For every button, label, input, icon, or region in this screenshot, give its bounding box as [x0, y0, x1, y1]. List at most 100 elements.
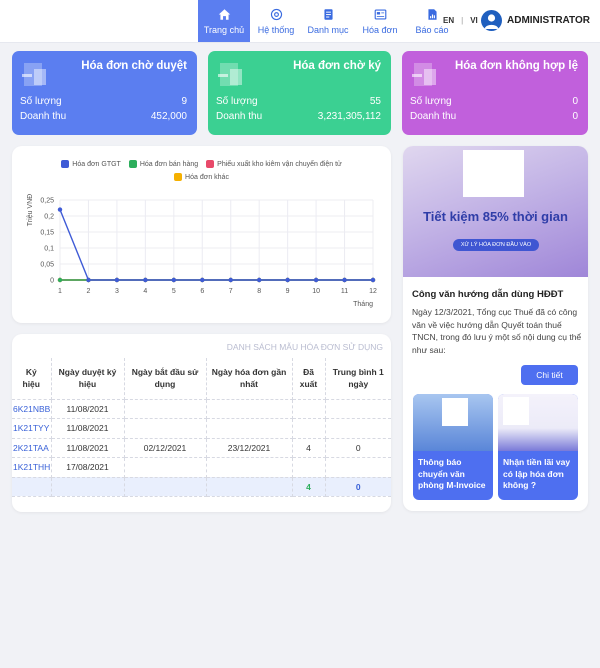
- cell-last-invoice-date: [206, 418, 293, 439]
- y-tick-label: 0,15: [40, 230, 54, 237]
- total-cell-empty: [12, 477, 52, 497]
- nav-invoice-label: Hóa đơn: [362, 24, 398, 35]
- cell-symbol[interactable]: 1K21THH: [12, 457, 52, 478]
- cell-approve-date: 11/08/2021: [51, 399, 125, 419]
- stat-card-pending-approval[interactable]: Hóa đơn chờ duyệt Số lượng 9 Doanh thu 452…: [12, 51, 197, 135]
- total-cell-empty: [51, 477, 125, 497]
- promo-banner[interactable]: Tiết kiệm 85% thời gian XỬ LÝ HÓA ĐƠN ĐẦ…: [403, 146, 588, 277]
- news-title: Công văn hướng dẫn dùng HĐĐT: [412, 289, 564, 300]
- table-header-row: Ký hiệu Ngày duyệt ký hiệu Ngày bắt đầu …: [12, 358, 391, 400]
- data-point: [171, 277, 177, 283]
- cell-start-date: [124, 399, 207, 419]
- total-daily-average: 0: [325, 477, 391, 497]
- col-header-symbol[interactable]: Ký hiệu: [12, 358, 52, 400]
- x-tick-label: 10: [312, 288, 320, 295]
- news-card-image-placeholder: [442, 398, 468, 426]
- news-card[interactable]: Thông báo chuyển văn phòng M-Invoice: [413, 394, 493, 500]
- table-row[interactable]: 6K21NBB 11/08/2021: [12, 399, 391, 419]
- x-tick-label: 9: [286, 288, 290, 295]
- table-title: DANH SÁCH MẪU HÓA ĐƠN SỬ DỤNG: [226, 342, 383, 352]
- stat-card-pending-sign[interactable]: Hóa đơn chờ ký Số lượng 55 Doanh thu 3,231…: [208, 51, 391, 135]
- invoice-icon: [374, 8, 386, 20]
- invoice-template-table-panel: DANH SÁCH MẪU HÓA ĐƠN SỬ DỤNG Ký hiệu Ng…: [12, 334, 391, 512]
- total-cell-empty: [206, 477, 293, 497]
- home-icon: [218, 8, 230, 20]
- cell-daily-average: [325, 418, 391, 439]
- table-row[interactable]: 2K21TAA 11/08/2021 02/12/2021 23/12/2021…: [12, 438, 391, 458]
- stat-revenue-label: Doanh thu: [20, 111, 67, 122]
- list-icon: [323, 8, 333, 20]
- nav-home-label: Trang chủ: [203, 24, 245, 35]
- invoice-card-icon: [412, 63, 436, 86]
- nav-system[interactable]: Hệ thống: [250, 0, 302, 42]
- lang-en[interactable]: EN: [443, 16, 454, 25]
- table-row[interactable]: 1K21THH 17/08/2021: [12, 457, 391, 478]
- cell-symbol[interactable]: 2K21TAA: [12, 438, 52, 458]
- stat-count-label: Số lượng: [216, 96, 258, 107]
- stat-revenue-label: Doanh thu: [410, 111, 457, 122]
- cell-approve-date: 17/08/2021: [51, 457, 125, 478]
- y-axis-label: Triệu VNĐ: [27, 194, 34, 226]
- data-point: [313, 277, 319, 283]
- data-point: [57, 277, 63, 283]
- nav-system-label: Hệ thống: [257, 24, 295, 35]
- x-tick-label: 7: [229, 288, 233, 295]
- stat-revenue-value: 452,000: [150, 111, 187, 122]
- user-icon: [484, 14, 499, 29]
- nav-invoice[interactable]: Hóa đơn: [354, 0, 406, 42]
- col-header-start-date[interactable]: Ngày bắt đầu sử dụng: [124, 358, 207, 400]
- cell-daily-average: [325, 457, 391, 478]
- cell-last-invoice-date: [206, 457, 293, 478]
- line-chart: 00,050,10,150,20,251 2 3 4 5 6 7 8 9 10 11 12ThángT…: [27, 194, 377, 308]
- cell-issued: [292, 399, 326, 419]
- banner-image-placeholder: [463, 150, 524, 197]
- detail-button[interactable]: Chi tiết: [521, 365, 578, 385]
- stat-revenue-value: 0: [572, 111, 578, 122]
- col-header-issued[interactable]: Đã xuất: [292, 358, 326, 400]
- cell-start-date: 02/12/2021: [124, 438, 207, 458]
- col-header-last-invoice-date[interactable]: Ngày hóa đơn gần nhất: [206, 358, 293, 400]
- cell-symbol[interactable]: 1K21TYY: [12, 418, 52, 439]
- col-header-approve-date[interactable]: Ngày duyệt ký hiệu: [51, 358, 125, 400]
- x-tick-label: 11: [341, 288, 348, 295]
- nav-catalog[interactable]: Danh mục: [302, 0, 354, 42]
- cell-issued: [292, 418, 326, 439]
- news-card-image-placeholder: [503, 397, 529, 425]
- user-name[interactable]: ADMINISTRATOR: [507, 15, 590, 26]
- data-point: [57, 207, 63, 212]
- y-tick-label: 0,1: [44, 246, 54, 253]
- table-row[interactable]: 1K21TYY 11/08/2021: [12, 418, 391, 439]
- stat-revenue-label: Doanh thu: [216, 111, 263, 122]
- total-issued: 4: [292, 477, 326, 497]
- col-header-daily-average[interactable]: Trung bình 1 ngày: [325, 358, 391, 400]
- stat-title: Hóa đơn không hợp lệ: [454, 60, 578, 72]
- x-tick-label: 3: [115, 288, 119, 295]
- nav-home[interactable]: Trang chủ: [198, 0, 250, 42]
- stat-count-value: 9: [181, 96, 187, 107]
- cell-issued: [292, 457, 326, 478]
- lang-vi[interactable]: VI: [470, 16, 478, 25]
- cell-symbol[interactable]: 6K21NBB: [12, 399, 52, 419]
- data-point: [342, 277, 347, 283]
- nav-report-label: Báo cáo: [415, 24, 449, 35]
- x-tick-label: 6: [200, 288, 204, 295]
- table-total-row: 4 0: [12, 477, 391, 497]
- revenue-chart-panel: Hóa đơn GTGT Hóa đơn bán hàng Phiếu xuất…: [12, 146, 391, 323]
- x-tick-label: 1: [58, 288, 62, 295]
- stat-card-invalid[interactable]: Hóa đơn không hợp lệ Số lượng 0 Doanh thu…: [402, 51, 588, 135]
- settings-icon: [270, 8, 282, 20]
- report-icon: [427, 8, 437, 20]
- cell-start-date: [124, 418, 207, 439]
- news-card-caption: Nhận tiền lãi vay có lập hóa đơn không ?: [503, 457, 571, 490]
- data-point: [86, 277, 91, 283]
- cell-daily-average: 0: [325, 438, 391, 458]
- y-tick-label: 0,2: [44, 214, 54, 221]
- x-tick-label: 12: [369, 288, 377, 295]
- data-point: [285, 277, 290, 283]
- user-avatar[interactable]: [481, 10, 502, 31]
- series-line: [59, 209, 373, 281]
- cell-start-date: [124, 457, 207, 478]
- news-panel: Tiết kiệm 85% thời gian XỬ LÝ HÓA ĐƠN ĐẦ…: [403, 146, 588, 511]
- y-tick-label: 0,05: [40, 262, 54, 269]
- news-card[interactable]: Nhận tiền lãi vay có lập hóa đơn không ?: [498, 394, 578, 500]
